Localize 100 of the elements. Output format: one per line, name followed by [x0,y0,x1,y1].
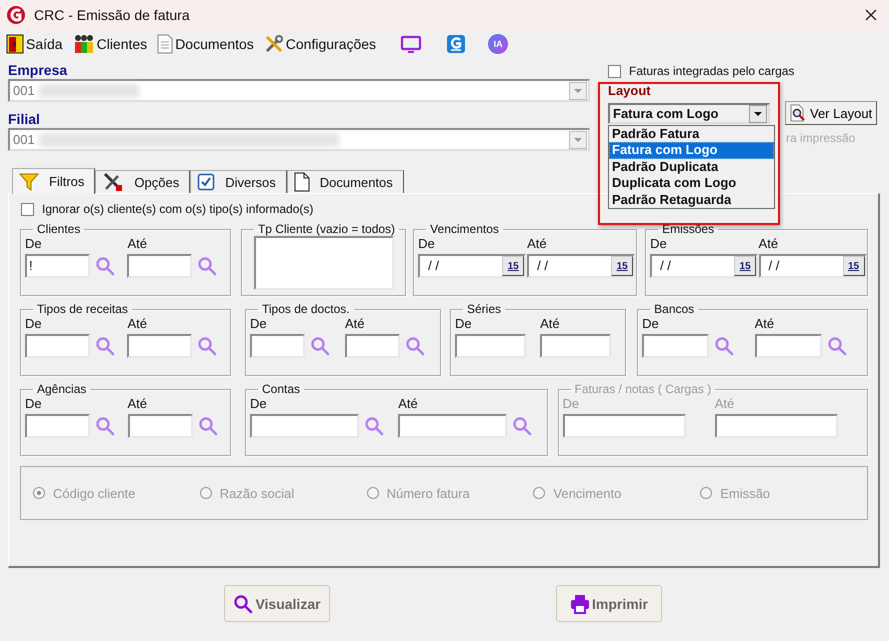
app-logo-icon [6,5,26,25]
field-label: Até [540,316,561,333]
date-field[interactable]: / / 15 [758,254,867,278]
tab[interactable]: Documentos [286,170,404,193]
field-label: Até [527,236,548,253]
preview-button[interactable]: Visualizar [224,585,330,622]
input-field[interactable] [540,334,612,358]
search-icon[interactable] [364,416,384,436]
input-field[interactable] [127,254,192,278]
input-field[interactable] [25,414,90,438]
date-field[interactable]: / / 15 [527,254,636,278]
group-title: Faturas / notas ( Cargas ) [574,382,712,396]
field-label: Até [758,236,780,253]
field-label: Até [127,236,148,253]
checkbox[interactable] [21,202,34,216]
field-label: De [25,236,43,253]
branch-label: Filial [8,111,41,128]
group-title: Bancos [653,302,696,316]
close-icon[interactable] [865,9,877,21]
caret-icon [749,104,767,122]
field-label: Até [754,316,776,333]
search-icon[interactable] [197,336,218,356]
dropdown-option[interactable]: Padrão Duplicata [609,158,774,176]
tools-icon [264,34,284,54]
group-title: Séries [466,302,502,316]
radio-label: Código cliente [53,486,136,500]
people-icon [72,34,95,54]
search-icon[interactable] [95,416,115,436]
field-label: Até [398,396,419,413]
toolbar-button[interactable]: Clientes [68,34,152,54]
input-field[interactable] [250,334,305,358]
date-field[interactable]: / / 15 [650,254,758,278]
field-label: De [642,316,660,333]
toolbar-button[interactable]: Configurações [260,34,380,54]
field-label: De [650,236,668,253]
branch-dropdown[interactable]: 001 [8,128,590,151]
toolbar-button[interactable]: Documentos [153,34,258,54]
input-field[interactable] [25,334,90,358]
company-label: Empresa [8,62,68,79]
field-label: Até [128,396,148,413]
group-title: Tipos de receitas [36,302,129,316]
checkbox[interactable] [608,64,621,78]
printer-icon [570,594,590,614]
calendar-button[interactable]: 15 [502,256,524,276]
layout-dropdown[interactable]: Fatura com Logo [608,102,770,124]
calendar-button[interactable]: 15 [734,256,756,276]
view-layout-button[interactable]: Ver Layout [785,101,877,125]
input-field[interactable] [344,334,400,358]
funnel-icon [19,172,39,192]
search-icon[interactable] [512,416,532,436]
radio-label: Emissão [720,486,770,500]
tab[interactable]: Diversos [190,170,287,193]
search-icon [233,594,254,614]
search-icon[interactable] [95,336,115,356]
search-icon[interactable] [197,256,218,276]
dropdown-option[interactable]: Padrão Fatura [609,126,774,142]
field-label: Até [127,316,148,333]
radio-label: Número fatura [386,486,470,500]
search-icon[interactable] [198,416,218,436]
search-icon[interactable] [310,336,330,356]
group-title: Emissões [661,222,716,236]
input-field[interactable] [127,334,192,358]
field-label: Até [344,316,366,333]
input-field[interactable] [398,414,508,438]
calendar-button[interactable]: 15 [611,256,634,276]
tab[interactable]: Opções [95,170,190,193]
app-logo-icon [446,34,466,54]
field-label: De [25,316,43,333]
search-icon[interactable] [404,336,425,356]
text-area[interactable] [254,236,394,290]
checkbox-label: Ignorar o(s) cliente(s) com o(s) tipo(s) informado(s) [42,202,314,216]
input-field[interactable] [128,414,192,438]
calendar-button[interactable]: 15 [842,256,865,276]
field-label: De [418,236,436,253]
search-icon[interactable] [95,256,115,276]
group-title: Tp Cliente (vazio = todos) [256,222,396,236]
company-dropdown[interactable]: 001 [8,79,590,102]
dropdown-option[interactable]: Duplicata com Logo [609,175,774,192]
tab[interactable]: Filtros [12,168,96,194]
radio-label: Razão social [220,486,294,500]
date-field[interactable]: / / 15 [418,254,526,278]
input-field[interactable] [250,414,359,438]
input-field[interactable] [642,334,710,358]
input-field[interactable] [455,334,526,358]
field-label: De [562,396,580,413]
dropdown-option[interactable]: Padrão Retaguarda [609,192,774,208]
ai-button[interactable]: IA [488,34,508,54]
toolbar-button[interactable]: Saída [2,34,67,54]
group-title: Agências [36,382,88,396]
field-label: De [455,316,473,333]
search-icon[interactable] [714,336,734,356]
search-icon[interactable] [826,336,847,356]
input-field[interactable]: ! [25,254,90,278]
dropdown-option[interactable]: Fatura com Logo [609,142,774,159]
monitor-icon [400,34,422,54]
input-field[interactable] [754,334,822,358]
group-title: Vencimentos [429,222,500,236]
door-icon [6,34,24,54]
print-button[interactable]: Imprimir [556,585,662,622]
field-label: De [250,316,268,333]
